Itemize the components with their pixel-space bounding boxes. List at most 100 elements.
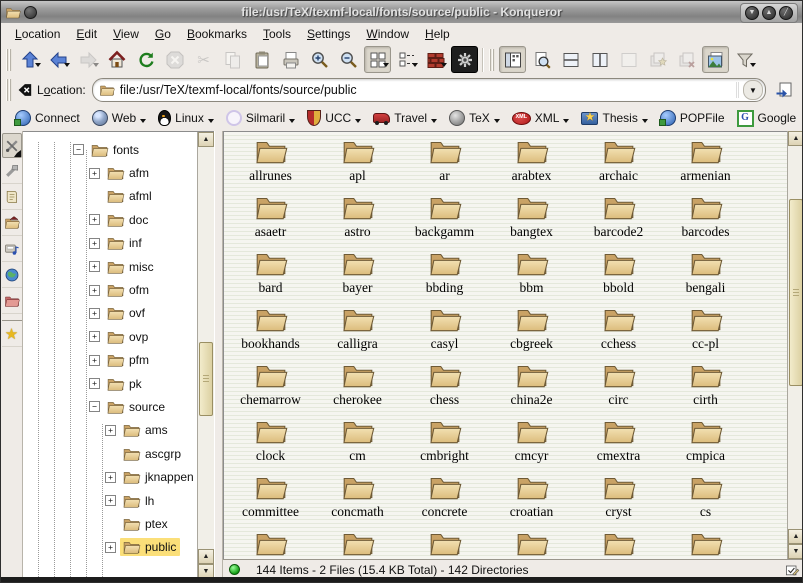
folder-item[interactable]: clock	[227, 416, 314, 472]
tree-expander[interactable]	[105, 495, 116, 506]
split-view-left-right-button[interactable]	[586, 46, 613, 73]
location-input[interactable]	[120, 83, 733, 97]
print-button[interactable]	[277, 46, 304, 73]
tree-expander[interactable]	[89, 401, 100, 412]
reload-button[interactable]	[132, 46, 159, 73]
toolbar-grip[interactable]	[6, 79, 12, 101]
icon-view-button[interactable]	[364, 46, 391, 73]
folder-item[interactable]: ar	[401, 136, 488, 192]
menu-item[interactable]: Bookmarks	[179, 25, 255, 43]
status-checkmark-icon[interactable]	[784, 562, 800, 578]
folder-item[interactable]: cmbright	[401, 416, 488, 472]
scroll-up-button[interactable]: ▲	[198, 132, 214, 147]
tree-item[interactable]: pfm	[23, 349, 197, 372]
folder-item[interactable]: bangtex	[488, 192, 575, 248]
bookmark-item[interactable]: POPFile	[654, 108, 731, 128]
tree-expander[interactable]	[89, 378, 100, 389]
panel-splitter[interactable]	[214, 131, 223, 579]
filter-button[interactable]	[731, 46, 758, 73]
folder-item[interactable]: cc-pl	[662, 304, 749, 360]
tree-item-body[interactable]: afml	[104, 187, 156, 205]
tree-item[interactable]: ascgrp	[23, 442, 197, 465]
tree-item-body[interactable]: jknappen	[120, 468, 197, 486]
sidebar-tab-home-folder[interactable]	[2, 210, 22, 236]
tree-expander[interactable]	[89, 355, 100, 366]
tree-item-body[interactable]: pfm	[104, 351, 153, 369]
folder-item[interactable]: archaic	[575, 136, 662, 192]
tree-item-body[interactable]: ascgrp	[120, 445, 185, 463]
split-view-top-bottom-button[interactable]	[557, 46, 584, 73]
bookmark-item[interactable]: Silmaril	[220, 108, 301, 128]
copy-button[interactable]	[219, 46, 246, 73]
tree-item[interactable]: ovf	[23, 302, 197, 325]
bookmark-item[interactable]: G Google	[731, 108, 803, 129]
cut-button[interactable]: ✂	[190, 46, 217, 73]
menu-item[interactable]: Edit	[68, 25, 105, 43]
folder-item[interactable]: bengali	[662, 248, 749, 304]
find-file-button[interactable]	[528, 46, 555, 73]
scroll-up-button[interactable]: ▲	[788, 529, 803, 544]
bookmark-item[interactable]: ★ Thesis	[575, 109, 653, 128]
location-dropdown-button[interactable]: ▼	[743, 80, 763, 100]
maximize-button[interactable]: ▲	[762, 6, 776, 20]
menu-item[interactable]: Tools	[255, 25, 299, 43]
tree-item-body[interactable]: pk	[104, 375, 146, 393]
folder-item[interactable]: barcode2	[575, 192, 662, 248]
folder-item[interactable]: cmpica	[662, 416, 749, 472]
forward-button[interactable]	[74, 46, 101, 73]
tree-expander[interactable]	[89, 261, 100, 272]
folder-item[interactable]: astro	[314, 192, 401, 248]
tree-item-body[interactable]: ovf	[104, 304, 149, 322]
folder-item[interactable]: croatian	[488, 472, 575, 528]
folder-item[interactable]: asaetr	[227, 192, 314, 248]
folder-item[interactable]: bbm	[488, 248, 575, 304]
folder-item[interactable]: barcodes	[662, 192, 749, 248]
scroll-down-button[interactable]: ▼	[788, 544, 803, 559]
tree-item-body[interactable]: ovp	[104, 328, 152, 346]
folder-item[interactable]: bbold	[575, 248, 662, 304]
go-button[interactable]	[772, 78, 796, 102]
sidebar-tab-bookmarks[interactable]: ★	[2, 320, 22, 347]
menu-item[interactable]: Settings	[299, 25, 358, 43]
menu-item[interactable]: Location	[7, 25, 68, 43]
sidebar-tab-services[interactable]	[2, 236, 22, 262]
tree-item[interactable]: ovp	[23, 325, 197, 348]
tree-item-body[interactable]: misc	[104, 258, 158, 276]
bookmark-item[interactable]: TeX	[443, 108, 506, 128]
tree-expander[interactable]	[89, 331, 100, 342]
folder-item[interactable]	[488, 528, 575, 559]
tree-item-body[interactable]: ptex	[120, 515, 172, 533]
folder-item[interactable]	[662, 528, 749, 559]
back-button[interactable]	[45, 46, 72, 73]
folder-item[interactable]: cmextra	[575, 416, 662, 472]
folder-item[interactable]: cchess	[575, 304, 662, 360]
sidebar-tab-red-folder[interactable]	[2, 288, 22, 314]
folder-item[interactable]: cmcyr	[488, 416, 575, 472]
tree-item-body[interactable]: public	[120, 538, 180, 556]
folder-item[interactable]: bookhands	[227, 304, 314, 360]
folder-item[interactable]	[401, 528, 488, 559]
folder-item[interactable]: calligra	[314, 304, 401, 360]
tree-item[interactable]: misc	[23, 255, 197, 278]
toolbar-grip[interactable]	[6, 49, 12, 71]
tree-item[interactable]: ams	[23, 419, 197, 442]
close-tab-button[interactable]	[673, 46, 700, 73]
bookmark-item[interactable]: Web	[86, 108, 152, 128]
tree-expander[interactable]	[89, 308, 100, 319]
sidebar-tab-network[interactable]	[2, 262, 22, 288]
image-preview-button[interactable]	[702, 46, 729, 73]
tree-item[interactable]: ptex	[23, 512, 197, 535]
folder-item[interactable]: cherokee	[314, 360, 401, 416]
tree-expander[interactable]	[105, 542, 116, 553]
up-button[interactable]	[16, 46, 43, 73]
menu-item[interactable]: Window	[358, 25, 417, 43]
folder-item[interactable]: cs	[662, 472, 749, 528]
sidebar-tab-history[interactable]	[2, 184, 22, 210]
menu-item[interactable]: View	[105, 25, 147, 43]
tree-item[interactable]: afml	[23, 185, 197, 208]
folder-item[interactable]: cirth	[662, 360, 749, 416]
folder-item[interactable]: concrete	[401, 472, 488, 528]
folder-item[interactable]: cbgreek	[488, 304, 575, 360]
folder-item[interactable]: chemarrow	[227, 360, 314, 416]
scroll-up-button[interactable]: ▲	[198, 549, 214, 564]
